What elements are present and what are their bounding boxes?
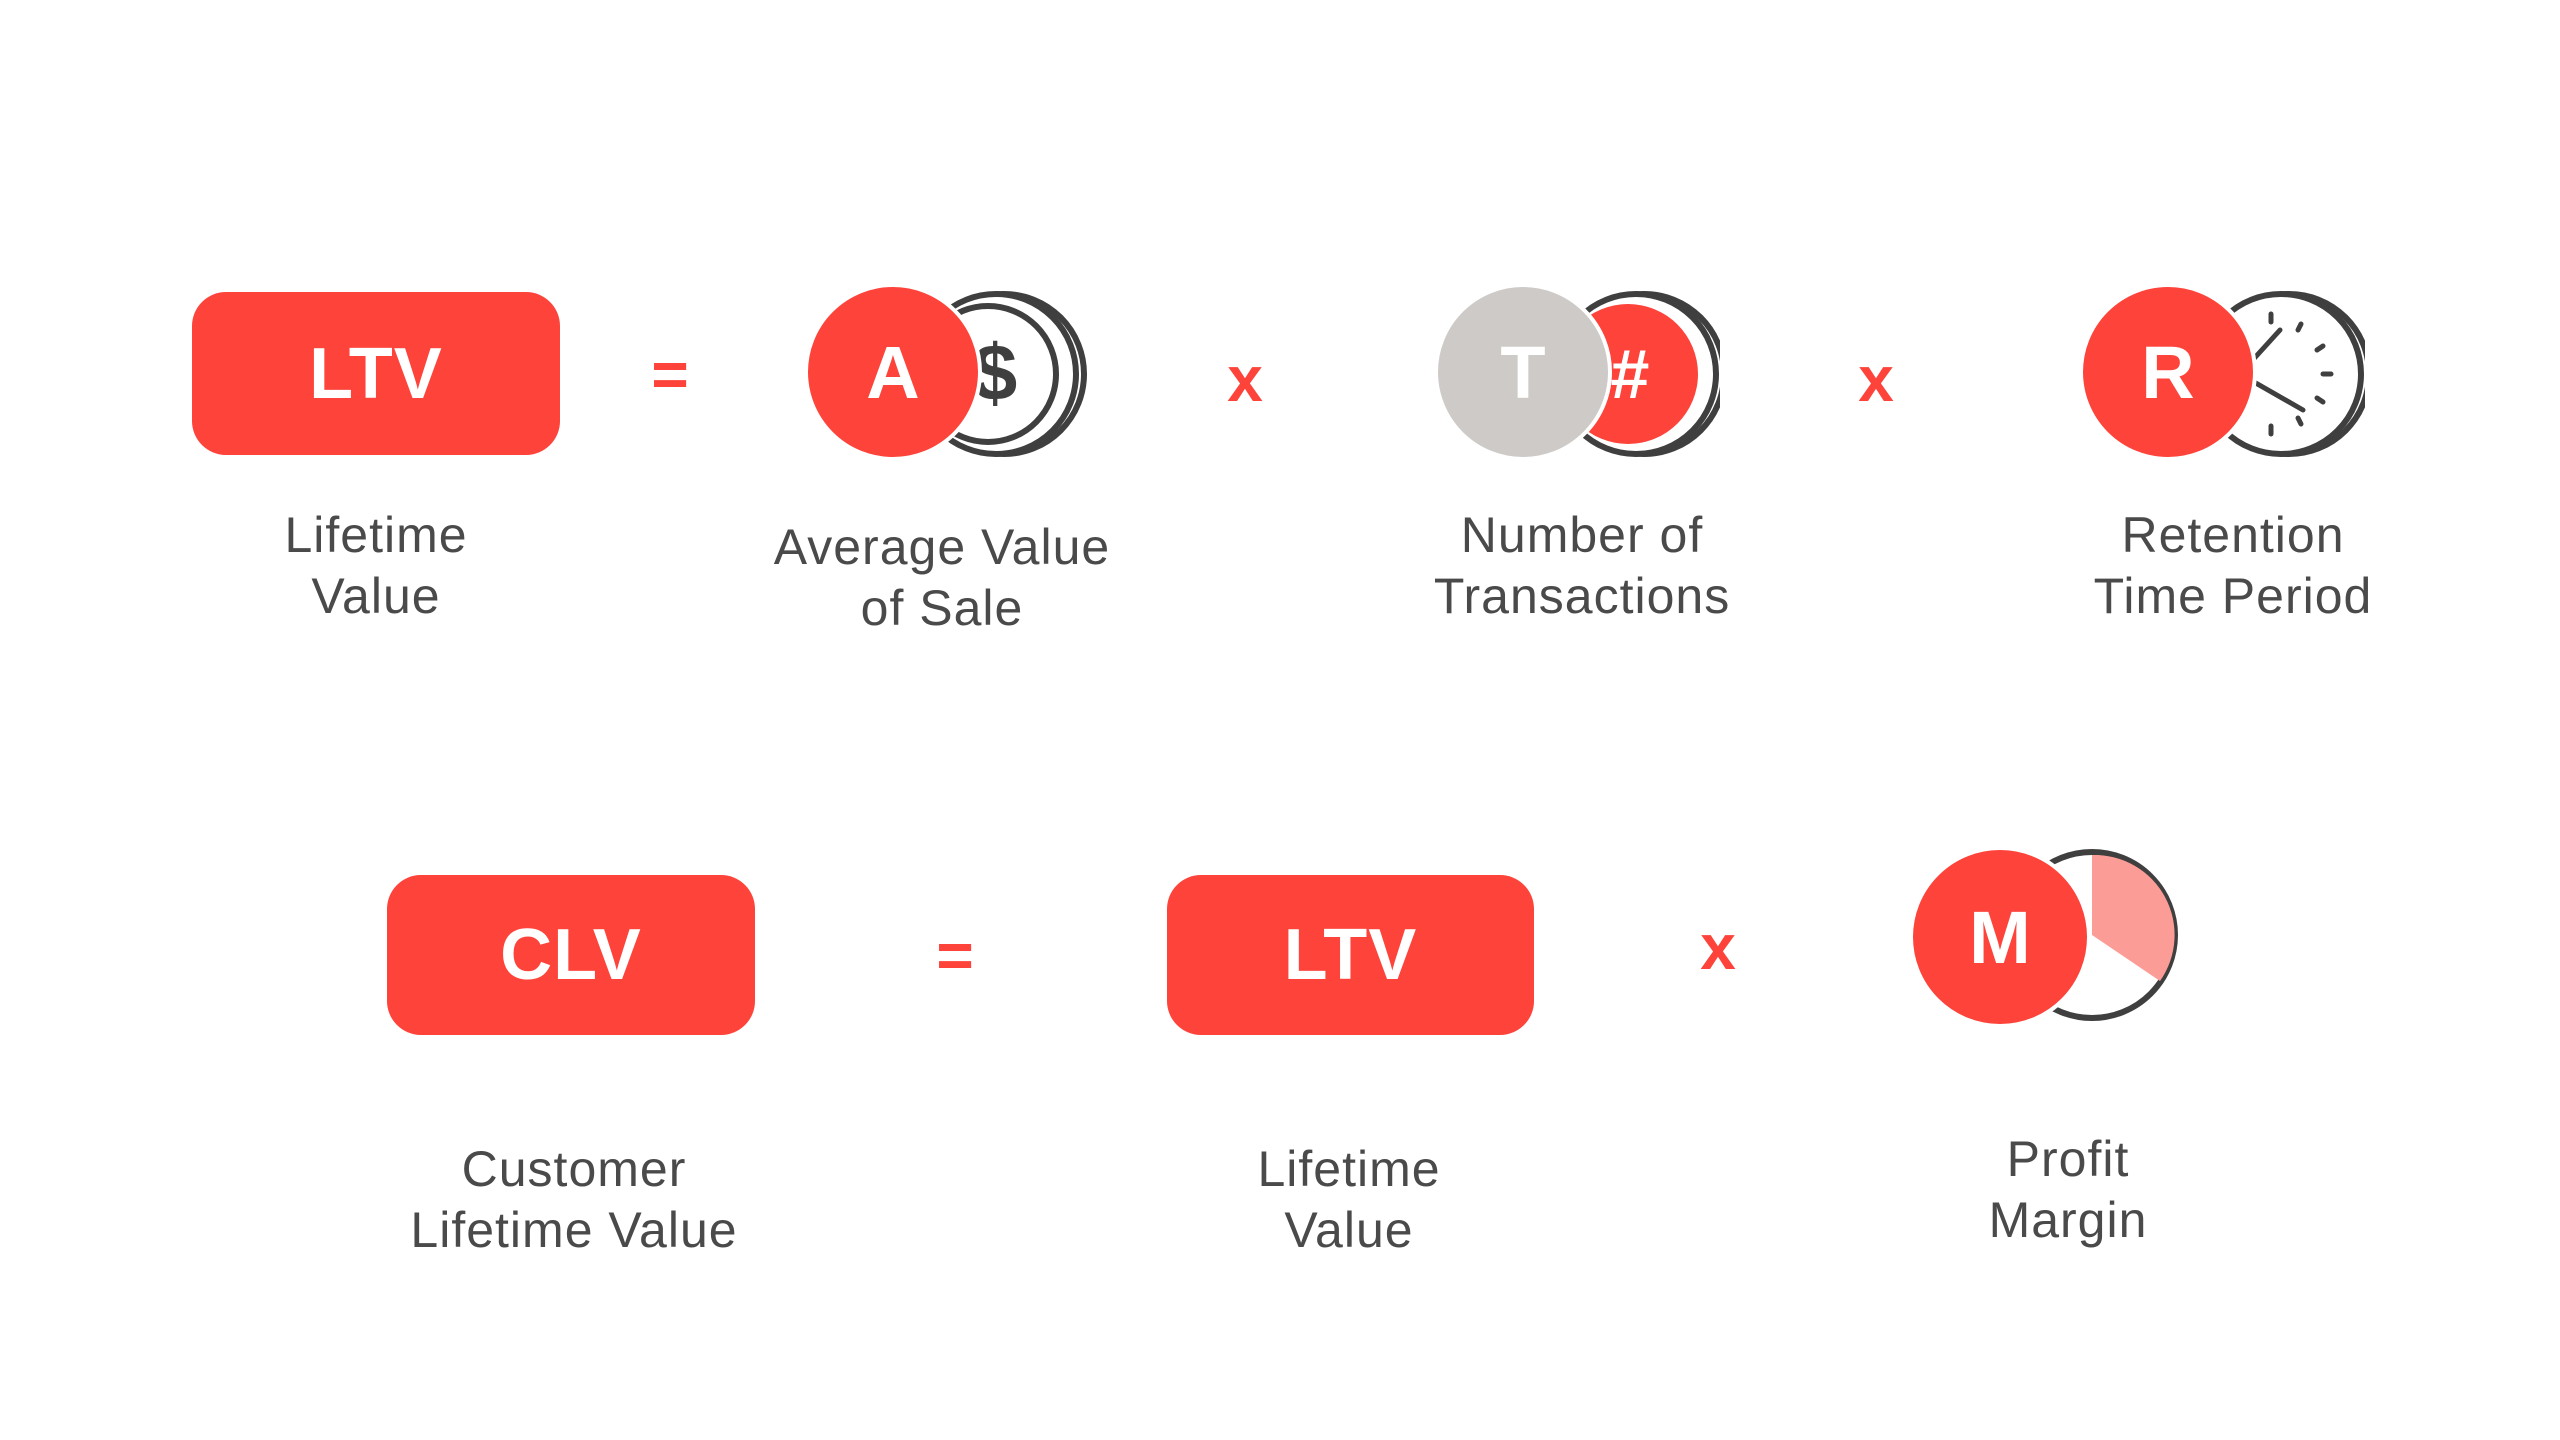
- label-line: Retention: [2121, 507, 2345, 563]
- multiply-sign: x: [1227, 343, 1263, 415]
- ltv-label: Lifetime Value: [284, 505, 467, 627]
- profit-margin-label: Profit Margin: [1989, 1129, 2148, 1251]
- label-line: Margin: [1988, 1192, 2148, 1248]
- label-line: Number of: [1460, 507, 1704, 563]
- clv-label: Customer Lifetime Value: [410, 1139, 737, 1261]
- profit-margin-icon: M: [1909, 846, 2178, 1028]
- label-line: Value: [311, 568, 441, 624]
- clv-box: CLV: [387, 875, 755, 1035]
- label-line: of Sale: [860, 580, 1024, 636]
- retention-icon: R: [2079, 283, 2365, 461]
- multiply-sign: x: [1700, 911, 1736, 983]
- retention-label: Retention Time Period: [2094, 505, 2373, 627]
- label-line: Lifetime: [284, 507, 468, 563]
- ltv-box: LTV: [192, 292, 560, 455]
- letter-r: R: [2141, 331, 2194, 414]
- label-line: Customer: [461, 1141, 687, 1197]
- label-line: Lifetime Value: [410, 1202, 738, 1258]
- transactions-icon: # T: [1434, 283, 1720, 461]
- label-line: Time Period: [2093, 568, 2373, 624]
- letter-t: T: [1500, 331, 1545, 414]
- transactions-label: Number of Transactions: [1434, 505, 1730, 627]
- label-line: Profit: [2006, 1131, 2130, 1187]
- letter-m: M: [1969, 896, 2031, 979]
- average-value-label: Average Value of Sale: [774, 517, 1110, 639]
- label-line: Value: [1284, 1202, 1414, 1258]
- ltv-box-2: LTV: [1167, 875, 1534, 1035]
- equals-sign: =: [651, 338, 689, 410]
- svg-text:#: #: [1611, 335, 1650, 413]
- letter-a: A: [866, 331, 919, 414]
- equals-sign: =: [936, 919, 974, 991]
- multiply-sign: x: [1858, 343, 1894, 415]
- label-line: Transactions: [1433, 568, 1731, 624]
- average-value-icon: $ A: [804, 283, 1087, 461]
- ltv-label-2: Lifetime Value: [1257, 1139, 1440, 1261]
- label-line: Lifetime: [1257, 1141, 1441, 1197]
- label-line: Average Value: [773, 519, 1111, 575]
